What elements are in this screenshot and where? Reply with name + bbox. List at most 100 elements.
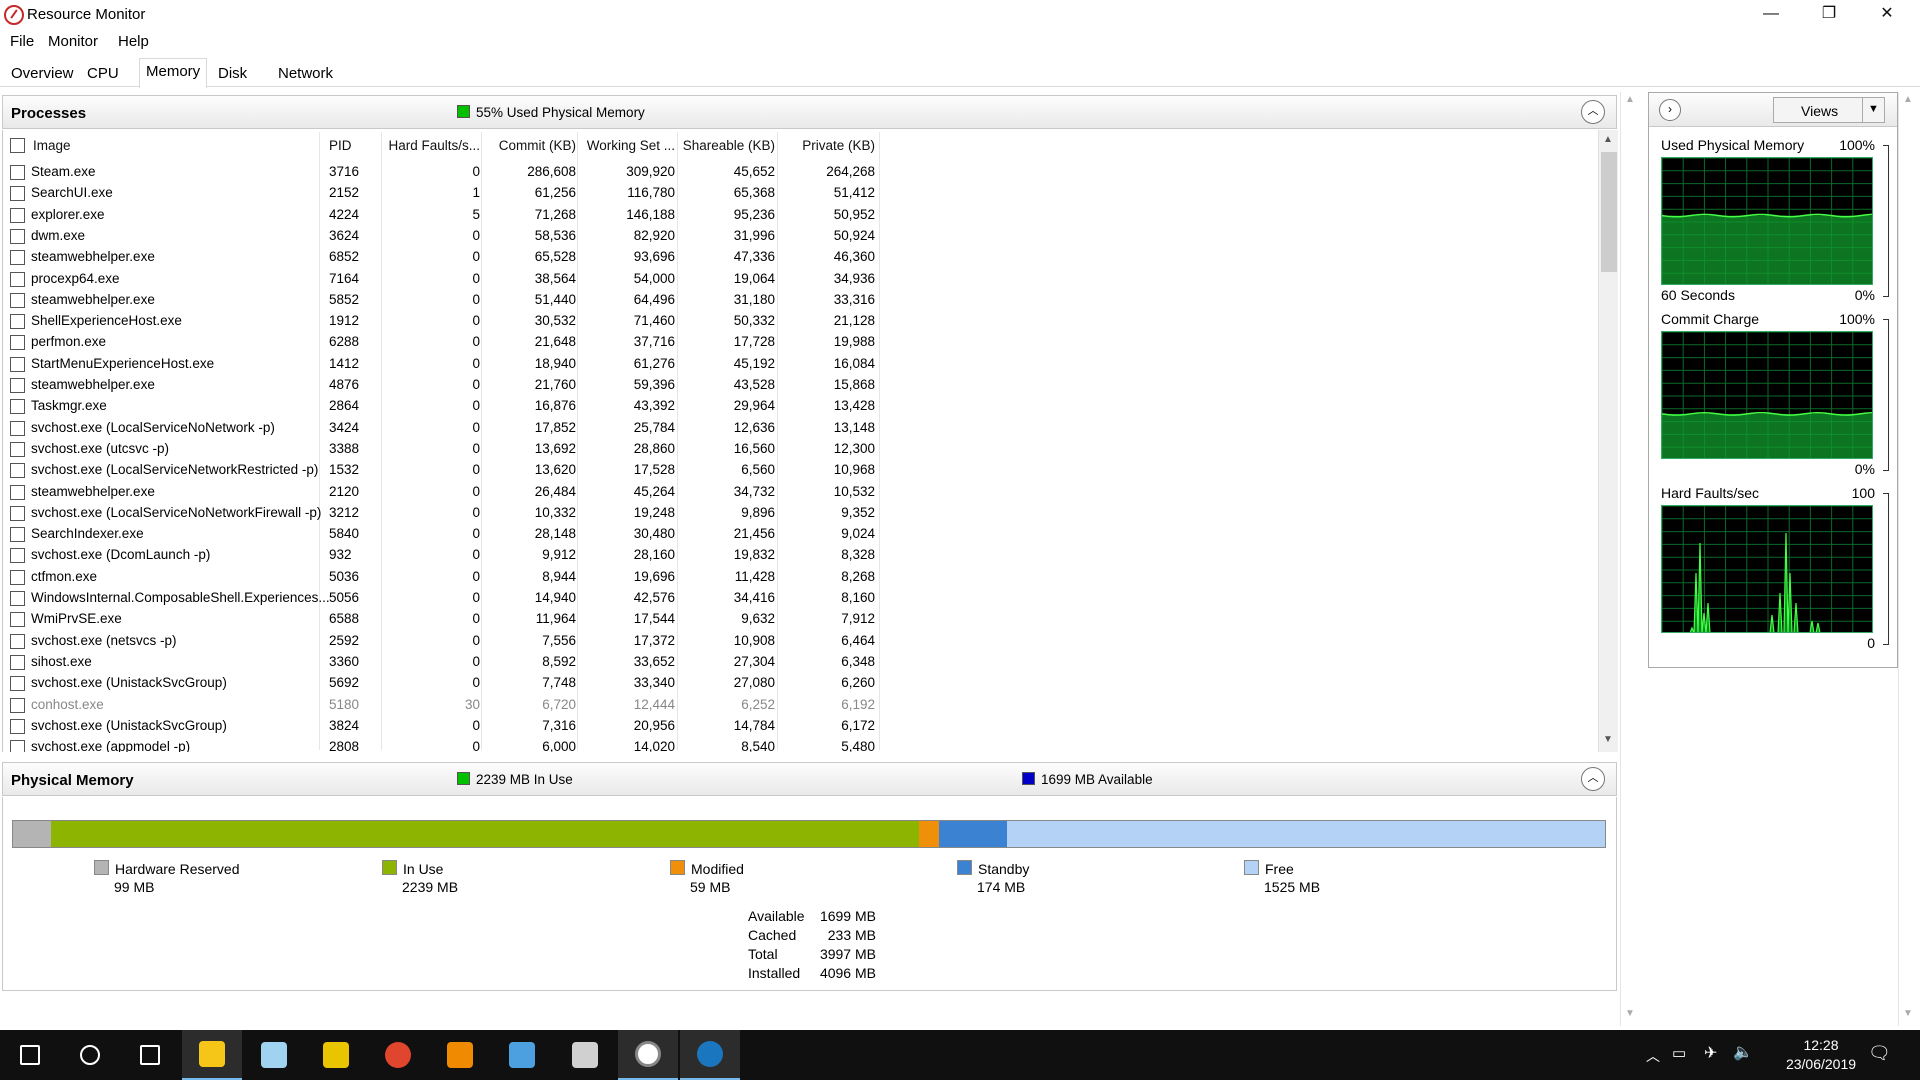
battery-icon[interactable]: ▭ [1672, 1044, 1686, 1080]
col-pid-header[interactable]: PID [329, 138, 352, 153]
row-checkbox[interactable] [10, 654, 25, 670]
table-row[interactable]: sihost.exe 3360 0 8,592 33,652 27,304 6,348 [3, 652, 1598, 673]
row-checkbox[interactable] [10, 633, 25, 649]
expand-arrow-icon[interactable]: › [1659, 99, 1681, 121]
row-checkbox[interactable] [10, 420, 25, 436]
tab-disk[interactable]: Disk [212, 61, 253, 87]
row-checkbox[interactable] [10, 441, 25, 457]
row-checkbox[interactable] [10, 612, 25, 628]
table-row[interactable]: svchost.exe (UnistackSvcGroup) 5692 0 7,748… [3, 673, 1598, 694]
table-row[interactable]: explorer.exe 4224 5 71,268 146,188 95,236 50,9… [3, 205, 1598, 226]
windows-start-taskbar-button[interactable] [0, 1030, 60, 1080]
table-row[interactable]: svchost.exe (LocalServiceNetworkRestrict… [3, 460, 1598, 481]
menu-monitor[interactable]: Monitor [48, 33, 98, 50]
tab-memory[interactable]: Memory [139, 58, 208, 88]
task-view-taskbar-button[interactable] [120, 1030, 180, 1080]
processes-header[interactable]: Processes 55% Used Physical Memory ︿ [2, 95, 1617, 129]
airplane-icon[interactable]: ✈ [1704, 1043, 1717, 1080]
table-row[interactable]: svchost.exe (netsvcs -p) 2592 0 7,556 17,372… [3, 631, 1598, 652]
graph-scroll-up-icon[interactable]: ▲ [1903, 94, 1913, 105]
table-row[interactable]: steamwebhelper.exe 2120 0 26,484 45,264 34,73… [3, 482, 1598, 503]
table-row[interactable]: conhost.exe 5180 30 6,720 12,444 6,252 6,192 [3, 695, 1598, 716]
row-checkbox[interactable] [10, 335, 25, 351]
close-button[interactable]: ✕ [1858, 0, 1916, 30]
row-checkbox[interactable] [10, 292, 25, 308]
row-checkbox[interactable] [10, 378, 25, 393]
minimize-button[interactable]: — [1742, 0, 1800, 30]
clock[interactable]: 12:28 23/06/2019 [1776, 1036, 1866, 1074]
table-row[interactable]: StartMenuExperienceHost.exe 1412 0 18,940 61… [3, 354, 1598, 375]
row-checkbox[interactable] [10, 207, 25, 223]
tab-overview[interactable]: Overview [5, 61, 80, 87]
chevron-down-icon[interactable]: ▼ [1862, 98, 1884, 122]
row-checkbox[interactable] [10, 548, 25, 564]
row-checkbox[interactable] [10, 484, 25, 500]
row-checkbox[interactable] [10, 250, 25, 266]
table-row[interactable]: WmiPrvSE.exe 6588 0 11,964 17,544 9,632 7,912 [3, 609, 1598, 630]
menu-file[interactable]: File [10, 33, 34, 50]
computer-taskbar-button[interactable] [555, 1030, 615, 1080]
volume-icon[interactable]: 🔈 [1733, 1042, 1753, 1080]
resource-monitor-taskbar-button[interactable] [618, 1030, 678, 1080]
physical-memory-header[interactable]: Physical Memory 2239 MB In Use 1699 MB A… [2, 762, 1617, 796]
row-checkbox[interactable] [10, 697, 25, 713]
table-row[interactable]: svchost.exe (LocalServiceNoNetworkFirewa… [3, 503, 1598, 524]
table-row[interactable]: ctfmon.exe 5036 0 8,944 19,696 11,428 8,268 [3, 567, 1598, 588]
collapse-processes-button[interactable]: ︿ [1581, 100, 1605, 124]
table-row[interactable]: ShellExperienceHost.exe 1912 0 30,532 71,460… [3, 311, 1598, 332]
row-checkbox[interactable] [10, 718, 25, 734]
table-row[interactable]: Steam.exe 3716 0 286,608 309,920 45,652 264,26… [3, 162, 1598, 183]
row-checkbox[interactable] [10, 569, 25, 585]
collapse-physical-memory-button[interactable]: ︿ [1581, 767, 1605, 791]
col-working-set-header[interactable]: Working Set ... [579, 138, 675, 153]
main-scroll-down-icon[interactable]: ▼ [1625, 1008, 1635, 1019]
tab-cpu[interactable]: CPU [81, 61, 125, 87]
table-row[interactable]: SearchIndexer.exe 5840 0 28,148 30,480 21,456… [3, 524, 1598, 545]
table-row[interactable]: steamwebhelper.exe 6852 0 65,528 93,696 47,33… [3, 247, 1598, 268]
row-checkbox[interactable] [10, 186, 25, 202]
main-scrollbar[interactable]: ▲ ▼ [1620, 92, 1640, 1026]
row-checkbox[interactable] [10, 740, 25, 752]
chevron-up-icon[interactable]: ︿ [1646, 1046, 1660, 1080]
chrome-taskbar-button[interactable] [368, 1030, 428, 1080]
main-scroll-up-icon[interactable]: ▲ [1625, 94, 1635, 105]
scroll-up-icon[interactable]: ▲ [1603, 134, 1613, 145]
paint-taskbar-button[interactable] [306, 1030, 366, 1080]
col-image-header[interactable]: Image [33, 138, 71, 153]
notifications-icon[interactable]: 🗨 [1868, 1043, 1891, 1080]
select-all-checkbox[interactable] [10, 138, 25, 153]
scroll-down-icon[interactable]: ▼ [1603, 734, 1613, 745]
control-panel-taskbar-button[interactable] [492, 1030, 552, 1080]
col-hard-faults-header[interactable]: Hard Faults/s... [385, 138, 480, 153]
table-row[interactable]: perfmon.exe 6288 0 21,648 37,716 17,728 19,988 [3, 332, 1598, 353]
col-commit-header[interactable]: Commit (KB) [483, 138, 576, 153]
vlc-taskbar-button[interactable] [430, 1030, 490, 1080]
row-checkbox[interactable] [10, 591, 25, 606]
table-row[interactable]: svchost.exe (DcomLaunch -p) 932 0 9,912 28,1… [3, 545, 1598, 566]
table-row[interactable]: dwm.exe 3624 0 58,536 82,920 31,996 50,924 [3, 226, 1598, 247]
row-checkbox[interactable] [10, 399, 25, 415]
col-private-header[interactable]: Private (KB) [777, 138, 875, 153]
table-row[interactable]: steamwebhelper.exe 4876 0 21,760 59,396 43,52… [3, 375, 1598, 396]
table-row[interactable]: svchost.exe (appmodel -p) 2808 0 6,000 14,02… [3, 737, 1598, 752]
table-row[interactable]: svchost.exe (utcsvc -p) 3388 0 13,692 28,860… [3, 439, 1598, 460]
search-taskbar-button[interactable] [60, 1030, 120, 1080]
graph-scroll-down-icon[interactable]: ▼ [1903, 1008, 1913, 1019]
menu-help[interactable]: Help [118, 33, 149, 50]
file-explorer-taskbar-button[interactable] [182, 1030, 242, 1080]
table-row[interactable]: Taskmgr.exe 2864 0 16,876 43,392 29,964 13,428 [3, 396, 1598, 417]
graph-scrollbar[interactable]: ▲ ▼ [1898, 92, 1918, 1026]
row-checkbox[interactable] [10, 527, 25, 543]
tab-network[interactable]: Network [272, 61, 339, 87]
table-row[interactable]: SearchUI.exe 2152 1 61,256 116,780 65,368 51,4… [3, 183, 1598, 204]
scroll-thumb[interactable] [1601, 152, 1617, 272]
table-row[interactable]: svchost.exe (UnistackSvcGroup) 3824 0 7,316… [3, 716, 1598, 737]
table-row[interactable]: svchost.exe (LocalServiceNoNetwork -p) 34… [3, 418, 1598, 439]
row-checkbox[interactable] [10, 165, 25, 180]
col-shareable-header[interactable]: Shareable (KB) [679, 138, 775, 153]
row-checkbox[interactable] [10, 676, 25, 692]
row-checkbox[interactable] [10, 314, 25, 330]
processes-scrollbar[interactable]: ▲ ▼ [1598, 130, 1618, 752]
table-row[interactable]: WindowsInternal.ComposableShell.Experien… [3, 588, 1598, 609]
row-checkbox[interactable] [10, 271, 25, 287]
